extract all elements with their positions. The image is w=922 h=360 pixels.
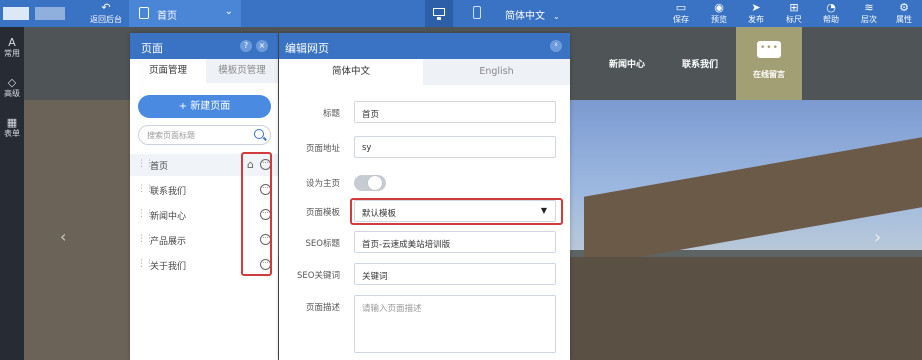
carousel-prev-icon[interactable]: ‹ bbox=[60, 227, 66, 246]
seo-title-row: SEO标题 首页-云速成美站培训版 bbox=[279, 231, 570, 255]
description-row: 页面描述 请输入页面描述 bbox=[279, 295, 570, 357]
language-selector[interactable]: 简体中文 ⌄ bbox=[505, 7, 560, 22]
pages-panel-header: 页面 ? × bbox=[130, 33, 278, 59]
ruler-icon: ⊞ bbox=[789, 1, 799, 14]
url-row: 页面地址 sy bbox=[279, 136, 570, 160]
save-button[interactable]: ▭ 保存 bbox=[665, 2, 697, 25]
ruler-button[interactable]: ⊞ 标尺 bbox=[778, 2, 810, 25]
pages-panel-title: 页面 bbox=[141, 42, 163, 55]
description-textarea[interactable]: 请输入页面描述 bbox=[354, 295, 556, 353]
help-button[interactable]: ◔ 帮助 bbox=[815, 2, 847, 25]
diamond-icon: ◇ bbox=[7, 76, 17, 89]
tab-english[interactable]: English bbox=[423, 59, 570, 85]
form-icon: ▦ bbox=[6, 116, 18, 129]
highlight-box bbox=[241, 152, 272, 276]
gear-icon: ⚙ bbox=[899, 1, 909, 14]
chevron-down-icon: ⌄ bbox=[224, 6, 233, 17]
set-home-toggle[interactable] bbox=[354, 175, 386, 191]
send-icon: ➤ bbox=[751, 1, 761, 14]
seo-keywords-row: SEO关键词 关键词 bbox=[279, 263, 570, 287]
layers-icon: ≋ bbox=[864, 1, 874, 14]
properties-button[interactable]: ⚙ 属性 bbox=[888, 2, 920, 25]
desktop-view-button[interactable] bbox=[425, 0, 453, 27]
page-icon bbox=[139, 7, 149, 19]
tab-template-management[interactable]: 模板页管理 bbox=[206, 59, 278, 83]
pages-tabs: 页面管理 模板页管理 bbox=[130, 59, 278, 83]
edit-panel-header: 编辑网页 ‹ bbox=[279, 33, 570, 59]
highlight-box bbox=[350, 198, 563, 225]
logo bbox=[3, 6, 65, 21]
carousel-next-icon[interactable]: › bbox=[874, 227, 881, 248]
preview-nav-contact[interactable]: 联系我们 bbox=[682, 57, 718, 70]
phone-icon bbox=[473, 6, 481, 19]
rail-item-advanced[interactable]: ◇ 高级 bbox=[0, 77, 24, 99]
top-toolbar: ↶ 返回后台 首页 ⌄ 简体中文 ⌄ ▭ 保存 ◉ 预览 ➤ 发布 ⊞ 标尺 ◔ … bbox=[0, 0, 922, 27]
publish-button[interactable]: ➤ 发布 bbox=[740, 2, 772, 25]
page-selector[interactable]: 首页 ⌄ bbox=[129, 0, 241, 27]
title-row: 标题 首页 bbox=[279, 101, 570, 125]
edit-page-panel: 编辑网页 ‹ 简体中文 English 标题 首页 页面地址 sy 设为主页 页… bbox=[279, 33, 570, 360]
collapse-icon[interactable]: ‹ bbox=[550, 40, 562, 52]
left-rail: A 常用 ◇ 高级 ▦ 表单 bbox=[0, 27, 24, 360]
mobile-view-button[interactable] bbox=[463, 0, 491, 27]
new-page-button[interactable]: + 新建页面 bbox=[138, 95, 271, 118]
search-icon[interactable] bbox=[254, 129, 264, 139]
set-home-row: 设为主页 bbox=[279, 171, 570, 195]
tab-simplified-chinese[interactable]: 简体中文 bbox=[279, 59, 423, 85]
url-field[interactable]: sy bbox=[354, 136, 556, 158]
preview-left-building bbox=[24, 100, 134, 360]
help-icon[interactable]: ? bbox=[240, 40, 252, 52]
help-icon: ◔ bbox=[826, 1, 836, 14]
layers-button[interactable]: ≋ 层次 bbox=[853, 2, 885, 25]
save-icon: ▭ bbox=[675, 1, 687, 14]
rail-item-common[interactable]: A 常用 bbox=[0, 37, 24, 59]
edit-panel-title: 编辑网页 bbox=[285, 42, 329, 55]
chat-icon bbox=[757, 41, 781, 58]
preview-button[interactable]: ◉ 预览 bbox=[703, 2, 735, 25]
chevron-down-icon: ⌄ bbox=[553, 12, 560, 21]
online-message-button[interactable]: 在线留言 bbox=[736, 27, 802, 100]
rail-item-form[interactable]: ▦ 表单 bbox=[0, 117, 24, 139]
close-icon[interactable]: × bbox=[256, 40, 268, 52]
eye-icon: ◉ bbox=[714, 1, 724, 14]
seo-keywords-field[interactable]: 关键词 bbox=[354, 263, 556, 285]
title-field[interactable]: 首页 bbox=[354, 101, 556, 123]
back-to-admin-button[interactable]: ↶ 返回后台 bbox=[80, 2, 132, 25]
monitor-icon bbox=[433, 8, 445, 20]
common-icon: A bbox=[8, 36, 16, 49]
preview-nav-news[interactable]: 新闻中心 bbox=[609, 57, 645, 70]
tab-page-management[interactable]: 页面管理 bbox=[130, 59, 206, 83]
undo-icon: ↶ bbox=[101, 1, 111, 14]
seo-title-field[interactable]: 首页-云速成美站培训版 bbox=[354, 231, 556, 253]
page-search-input[interactable]: 搜索页面标题 bbox=[138, 125, 271, 145]
